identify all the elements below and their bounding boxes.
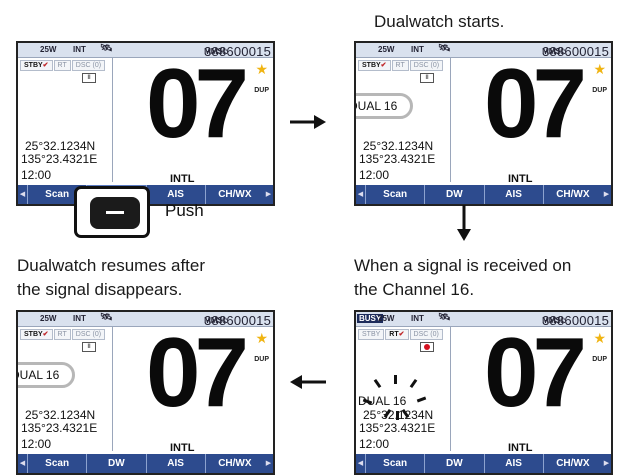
tab-dsc[interactable]: DSC (0) xyxy=(71,329,106,340)
tab-dsc[interactable]: DSC (0) xyxy=(71,60,106,71)
pause-icon: II xyxy=(420,73,434,83)
push-label: Push xyxy=(165,201,204,220)
down-flow-arrow-icon xyxy=(457,205,471,241)
tab-stby[interactable]: STBY xyxy=(358,329,385,340)
softkey-chwx[interactable]: CH/WX xyxy=(542,185,602,204)
blink-mark xyxy=(373,378,382,389)
longitude: 135°23.4321E xyxy=(359,421,436,435)
info-panel: STBY✔ RT DSC (0) II 25°32.1234N 135°23.4… xyxy=(18,58,113,182)
dup-indicator: DUP xyxy=(592,87,607,94)
dualwatch-indicator: DUAL 16 xyxy=(18,362,75,388)
longitude: 135°23.4321E xyxy=(21,152,98,166)
left-flow-arrow-icon xyxy=(290,375,326,389)
right-arrow-icon[interactable]: ▶ xyxy=(264,454,273,473)
channel-group: INTL xyxy=(508,173,533,185)
pause-icon: II xyxy=(82,342,96,352)
dup-indicator: DUP xyxy=(254,87,269,94)
time-display: 12:00 xyxy=(359,437,390,451)
channel-number: 07 xyxy=(146,317,249,427)
softkey-chwx[interactable]: CH/WX xyxy=(204,185,264,204)
softkey-bar: ◀ Scan DW AIS CH/WX ▶ xyxy=(356,185,611,204)
dualwatch-indicator: DUAL 16 xyxy=(356,93,413,119)
softkey-scan[interactable]: Scan xyxy=(365,454,424,473)
caption-signal-received: When a signal is received on the Channel… xyxy=(354,256,572,299)
time-display: 12:00 xyxy=(21,168,52,182)
softkey-ais[interactable]: AIS xyxy=(483,185,543,204)
tab-rt[interactable]: RT xyxy=(53,329,71,340)
latitude: 25°32.1234N xyxy=(363,139,434,153)
info-panel: STBY✔ RT DSC (0) II 25°32.1234N 135°23.4… xyxy=(18,327,113,451)
channel-group: INTL xyxy=(170,442,195,454)
time-display: 12:00 xyxy=(21,437,52,451)
tab-stby[interactable]: STBY✔ xyxy=(358,60,391,71)
tab-rt[interactable]: RT xyxy=(391,60,409,71)
blink-mark xyxy=(409,378,418,389)
tab-rt[interactable]: RT✔ xyxy=(385,329,409,340)
left-arrow-icon[interactable]: ◀ xyxy=(356,454,365,473)
caption-dualwatch-resumes: Dualwatch resumes after the signal disap… xyxy=(17,256,206,299)
left-arrow-icon[interactable]: ◀ xyxy=(18,185,27,204)
softkey-scan[interactable]: Scan xyxy=(27,454,86,473)
softkey-ais[interactable]: AIS xyxy=(145,454,205,473)
left-arrow-icon[interactable]: ◀ xyxy=(18,454,27,473)
dup-indicator: DUP xyxy=(254,356,269,363)
record-icon xyxy=(420,342,434,352)
right-arrow-icon[interactable]: ▶ xyxy=(602,454,611,473)
tab-stby[interactable]: STBY✔ xyxy=(20,329,53,340)
radio-screen-dualwatch-start: 25W INT 🛰 MMSI: 388600015 STBY✔ RT DSC (0… xyxy=(354,41,613,206)
left-arrow-icon[interactable]: ◀ xyxy=(356,185,365,204)
tab-rt[interactable]: RT xyxy=(53,60,71,71)
latitude: 25°32.1234N xyxy=(25,139,96,153)
longitude: 135°23.4321E xyxy=(21,421,98,435)
dw-button-icon[interactable] xyxy=(90,197,140,229)
channel-number: 07 xyxy=(484,317,587,427)
blink-mark xyxy=(394,375,397,384)
dup-indicator: DUP xyxy=(592,356,607,363)
softkey-dw[interactable]: DW xyxy=(424,454,483,473)
checkmark-icon: ✔ xyxy=(398,331,405,338)
blink-mark xyxy=(416,396,427,403)
channel-number: 07 xyxy=(146,48,249,158)
tab-dsc[interactable]: DSC (0) xyxy=(409,60,444,71)
softkey-chwx[interactable]: CH/WX xyxy=(204,454,264,473)
satellite-icon: 🛰 xyxy=(100,312,113,323)
softkey-scan[interactable]: Scan xyxy=(365,185,424,204)
satellite-icon: 🛰 xyxy=(438,312,451,323)
favorite-star-icon: ★ xyxy=(255,330,268,346)
radio-screen-normal: 25W INT 🛰 MMSI: 388600015 STBY✔ RT DSC (0… xyxy=(16,41,275,206)
checkmark-icon: ✔ xyxy=(42,62,49,69)
radio-screen-signal-received: BUSY 25W INT 🛰 MMSI: 388600015 STBY RT✔ D… xyxy=(354,310,613,475)
blink-mark xyxy=(396,411,399,420)
softkey-chwx[interactable]: CH/WX xyxy=(542,454,602,473)
checkmark-icon: ✔ xyxy=(380,62,387,69)
tab-stby[interactable]: STBY✔ xyxy=(20,60,53,71)
channel-group: INTL xyxy=(170,173,195,185)
info-panel: STBY✔ RT DSC (0) II 25°32.1234N 135°23.4… xyxy=(356,58,451,182)
longitude: 135°23.4321E xyxy=(359,152,436,166)
time-display: 12:00 xyxy=(359,168,390,182)
satellite-icon: 🛰 xyxy=(100,43,113,54)
tab-dsc[interactable]: DSC (0) xyxy=(409,329,443,340)
pause-icon: II xyxy=(82,73,96,83)
softkey-dw[interactable]: DW xyxy=(424,185,483,204)
dw-button-callout xyxy=(74,186,150,238)
favorite-star-icon: ★ xyxy=(593,61,606,77)
softkey-bar: ◀ Scan DW AIS CH/WX ▶ xyxy=(18,454,273,473)
checkmark-icon: ✔ xyxy=(42,331,49,338)
softkey-bar: ◀ Scan DW AIS CH/WX ▶ xyxy=(356,454,611,473)
right-arrow-icon[interactable]: ▶ xyxy=(602,185,611,204)
right-flow-arrow-icon xyxy=(290,115,326,129)
satellite-icon: 🛰 xyxy=(438,43,451,54)
softkey-dw[interactable]: DW xyxy=(86,454,145,473)
favorite-star-icon: ★ xyxy=(255,61,268,77)
latitude: 25°32.1234N xyxy=(25,408,96,422)
caption-dualwatch-starts: Dualwatch starts. xyxy=(374,12,505,31)
radio-screen-dualwatch-resumed: 25W INT 🛰 MMSI: 388600015 STBY✔ RT DSC (0… xyxy=(16,310,275,475)
favorite-star-icon: ★ xyxy=(593,330,606,346)
softkey-ais[interactable]: AIS xyxy=(483,454,543,473)
right-arrow-icon[interactable]: ▶ xyxy=(264,185,273,204)
channel-number: 07 xyxy=(484,48,587,158)
info-panel: STBY RT✔ DSC (0) DUAL 16 25°32.1234N 135… xyxy=(356,327,451,451)
channel-group: INTL xyxy=(508,442,533,454)
